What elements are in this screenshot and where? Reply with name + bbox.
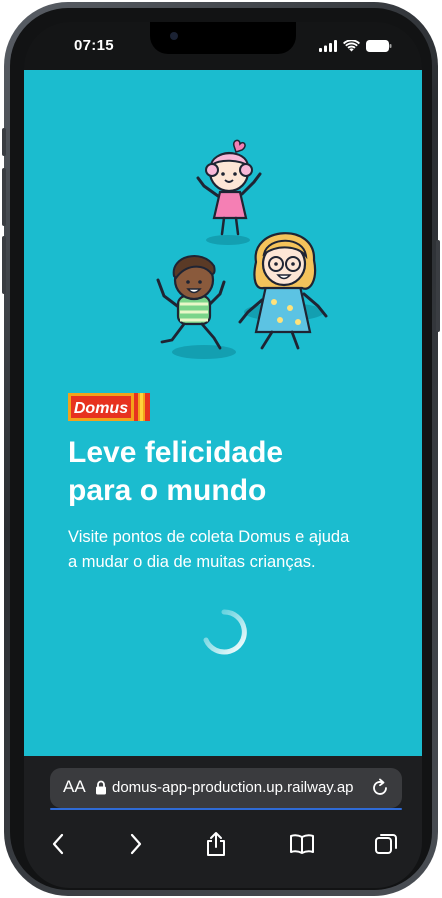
status-bar: 07:15 (24, 22, 422, 70)
volume-up-button (2, 168, 6, 226)
share-button[interactable] (198, 826, 234, 862)
power-button (436, 240, 440, 332)
loading-spinner-icon (203, 609, 247, 655)
address-bar[interactable]: AA domus-app-production.up.railway.ap (50, 768, 402, 808)
subtitle: Visite pontos de coleta Domus e ajuda a … (68, 525, 398, 575)
tabs-icon (375, 834, 397, 854)
browser-nav (24, 826, 422, 862)
bookmarks-button[interactable] (284, 826, 320, 862)
status-time: 07:15 (74, 37, 114, 54)
logo-text: Domus (74, 400, 128, 417)
text-size-label: AA (63, 777, 86, 796)
forward-button[interactable] (118, 826, 154, 862)
lock-icon (96, 780, 106, 795)
subtitle-line-2: a mudar o dia de muitas crianças. (68, 553, 316, 571)
browser-toolbar: AA domus-app-production.up.railway.ap (24, 756, 422, 888)
reload-icon[interactable] (370, 778, 390, 798)
back-button[interactable] (40, 826, 76, 862)
screen: 07:15 Domus Leve felicidade para o mundo… (24, 22, 422, 888)
splash-screen: Domus Leve felicidade para o mundo Visit… (24, 70, 422, 756)
dynamic-island (150, 22, 296, 54)
kids-illustration (156, 139, 328, 359)
headline-line-2: para o mundo (68, 474, 267, 507)
wifi-icon (343, 40, 360, 52)
back-icon (52, 833, 64, 855)
battery-icon (366, 40, 392, 52)
camera-icon (170, 32, 178, 40)
page-title: Leve felicidade para o mundo (68, 434, 388, 510)
load-progress-bar (50, 808, 402, 810)
domus-logo: Domus (68, 393, 150, 421)
signal-icon (319, 40, 337, 52)
volume-down-button (2, 236, 6, 294)
subtitle-line-1: Visite pontos de coleta Domus e ajuda (68, 528, 350, 546)
text-size-button[interactable]: AA (63, 777, 86, 797)
mute-switch (2, 128, 6, 156)
headline-line-1: Leve felicidade (68, 436, 284, 469)
share-icon (207, 832, 225, 856)
bookmarks-icon (290, 834, 314, 854)
tabs-button[interactable] (368, 826, 404, 862)
status-icons (319, 40, 392, 52)
url-text[interactable]: domus-app-production.up.railway.ap (112, 779, 370, 796)
forward-icon (130, 833, 142, 855)
